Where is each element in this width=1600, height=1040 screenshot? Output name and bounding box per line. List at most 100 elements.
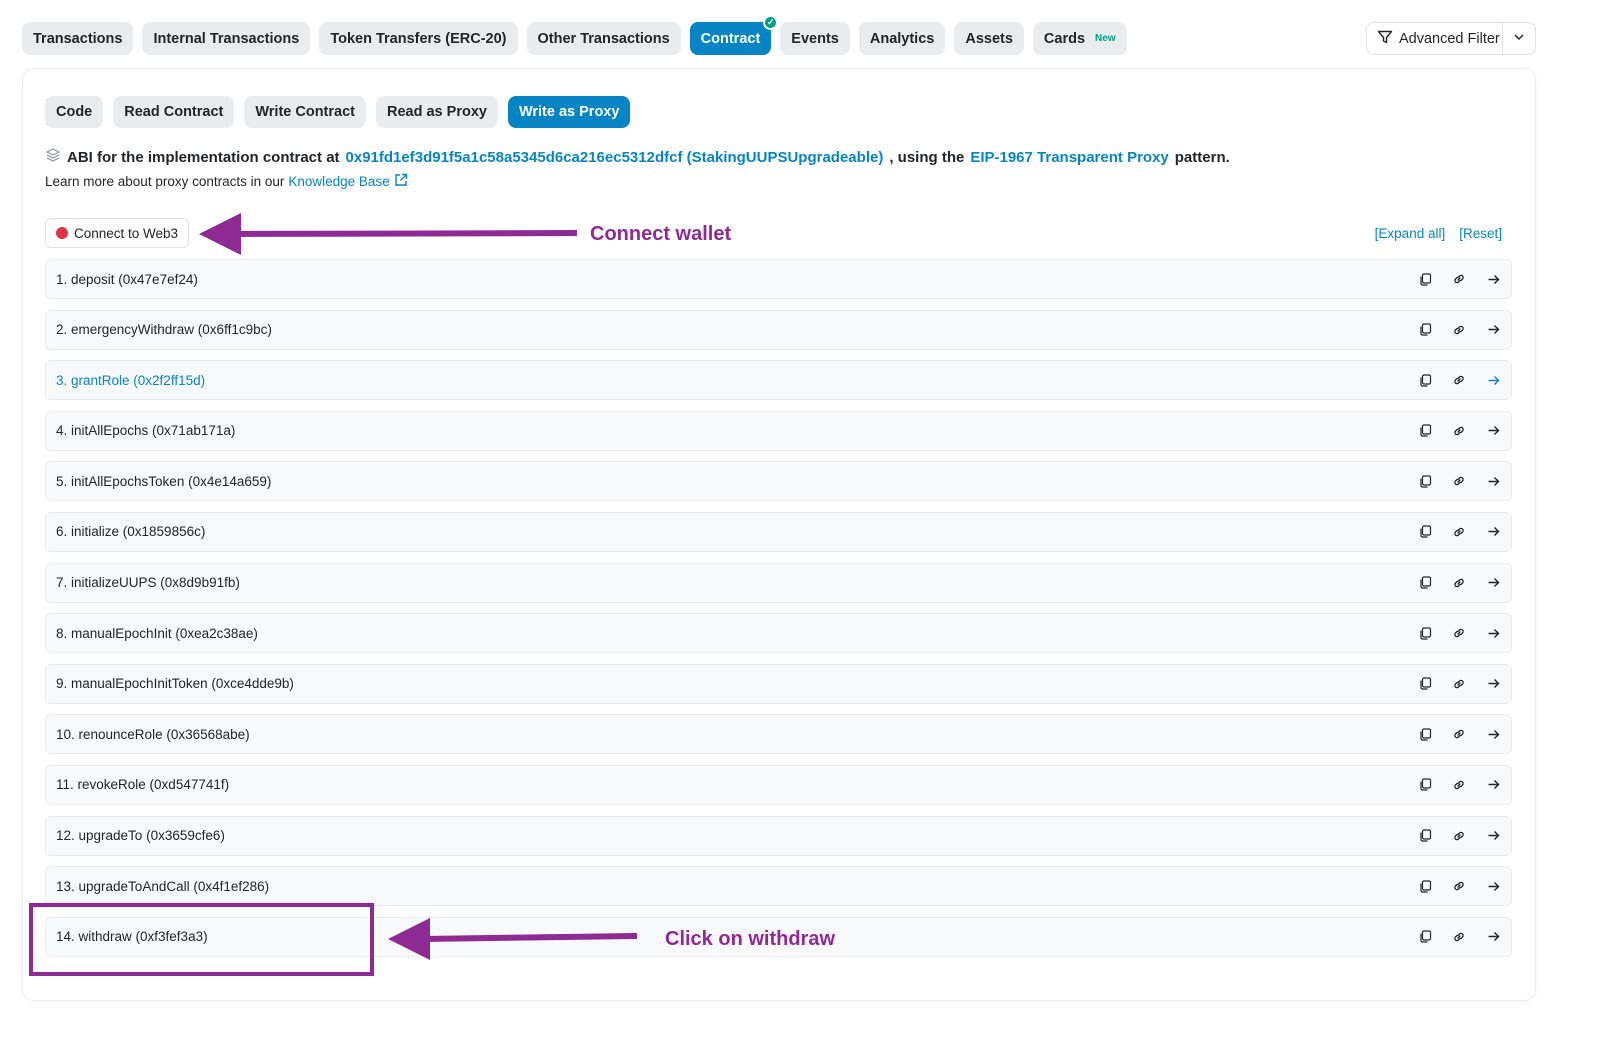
function-label: 7. initializeUUPS (0x8d9b91fb)	[56, 575, 240, 591]
function-row[interactable]: 3. grantRole (0x2f2ff15d)	[45, 360, 1512, 401]
chevron-down-icon	[1513, 31, 1525, 47]
eip1967-link[interactable]: EIP-1967 Transparent Proxy	[970, 149, 1168, 166]
filter-icon	[1377, 29, 1393, 49]
arrow-right-icon[interactable]	[1485, 676, 1501, 692]
copy-icon[interactable]	[1417, 676, 1433, 692]
tab-events[interactable]: Events	[780, 22, 850, 55]
tab-cards[interactable]: Cards New	[1032, 22, 1127, 55]
function-row[interactable]: 12. upgradeTo (0x3659cfe6)	[45, 815, 1512, 856]
external-link-icon	[394, 173, 408, 190]
connect-web3-button[interactable]: Connect to Web3	[45, 218, 190, 248]
knowledge-base-link[interactable]: Knowledge Base	[288, 174, 389, 189]
tab-contract[interactable]: Contract ✓	[689, 15, 779, 55]
function-list: 1. deposit (0x47e7ef24) 2. emergencyWithd…	[45, 259, 1512, 967]
function-label: 10. renounceRole (0x36568abe)	[56, 726, 250, 742]
link-icon[interactable]	[1451, 828, 1467, 844]
copy-icon[interactable]	[1417, 726, 1433, 742]
layers-icon	[45, 147, 61, 167]
copy-icon[interactable]	[1417, 473, 1433, 489]
copy-icon[interactable]	[1417, 777, 1433, 793]
function-row[interactable]: 4. initAllEpochs (0x71ab171a)	[45, 410, 1512, 451]
link-icon[interactable]	[1451, 777, 1467, 793]
arrow-right-icon[interactable]	[1485, 322, 1501, 338]
copy-icon[interactable]	[1417, 524, 1433, 540]
link-icon[interactable]	[1451, 575, 1467, 591]
link-icon[interactable]	[1451, 524, 1467, 540]
arrow-right-icon[interactable]	[1485, 777, 1501, 793]
arrow-right-icon[interactable]	[1485, 575, 1501, 591]
link-icon[interactable]	[1451, 929, 1467, 945]
link-icon[interactable]	[1451, 726, 1467, 742]
copy-icon[interactable]	[1417, 322, 1433, 338]
abi-info: ABI for the implementation contract at 0…	[45, 147, 1230, 167]
advanced-filter-button[interactable]: Advanced Filter	[1367, 23, 1503, 54]
reset-link[interactable]: [Reset]	[1459, 226, 1502, 241]
withdraw-highlight-box	[29, 903, 374, 976]
function-label: 8. manualEpochInit (0xea2c38ae)	[56, 625, 258, 641]
arrow-right-icon[interactable]	[1485, 423, 1501, 439]
function-label: 4. initAllEpochs (0x71ab171a)	[56, 423, 236, 439]
copy-icon[interactable]	[1417, 828, 1433, 844]
subtab-read-contract[interactable]: Read Contract	[113, 96, 235, 128]
arrow-right-icon[interactable]	[1485, 828, 1501, 844]
withdraw-annotation: Click on withdraw	[665, 928, 836, 950]
function-label: 11. revokeRole (0xd547741f)	[56, 777, 230, 793]
advanced-filter: Advanced Filter	[1366, 22, 1536, 55]
function-label: 1. deposit (0x47e7ef24)	[56, 271, 198, 287]
contract-sub-tabs: Code Read Contract Write Contract Read a…	[45, 96, 631, 128]
link-icon[interactable]	[1451, 423, 1467, 439]
function-label: 3. grantRole (0x2f2ff15d)	[56, 372, 206, 388]
link-icon[interactable]	[1451, 473, 1467, 489]
link-icon[interactable]	[1451, 322, 1467, 338]
copy-icon[interactable]	[1417, 625, 1433, 641]
function-row[interactable]: 6. initialize (0x1859856c)	[45, 511, 1512, 552]
function-row[interactable]: 7. initializeUUPS (0x8d9b91fb)	[45, 562, 1512, 603]
subtab-write-contract[interactable]: Write Contract	[244, 96, 366, 128]
function-row[interactable]: 2. emergencyWithdraw (0x6ff1c9bc)	[45, 309, 1512, 350]
function-row[interactable]: 1. deposit (0x47e7ef24)	[45, 259, 1512, 299]
check-circle-icon: ✓	[763, 15, 779, 30]
arrow-right-icon[interactable]	[1485, 473, 1501, 489]
link-icon[interactable]	[1451, 676, 1467, 692]
copy-icon[interactable]	[1417, 271, 1433, 287]
arrow-right-icon[interactable]	[1485, 625, 1501, 641]
tab-transactions[interactable]: Transactions	[22, 22, 134, 55]
arrow-right-icon[interactable]	[1485, 929, 1501, 945]
link-icon[interactable]	[1451, 372, 1467, 388]
subtab-code[interactable]: Code	[45, 96, 104, 128]
function-row[interactable]: 10. renounceRole (0x36568abe)	[45, 714, 1512, 755]
link-icon[interactable]	[1451, 878, 1467, 894]
tab-other-transactions[interactable]: Other Transactions	[526, 22, 681, 55]
filter-dropdown-button[interactable]	[1503, 23, 1535, 54]
list-controls: [Expand all] [Reset]	[1375, 226, 1502, 241]
function-row[interactable]: 13. upgradeToAndCall (0x4f1ef286)	[45, 866, 1512, 907]
link-icon[interactable]	[1451, 271, 1467, 287]
connect-wallet-annotation: Connect wallet	[590, 223, 732, 245]
function-row[interactable]: 5. initAllEpochsToken (0x4e14a659)	[45, 461, 1512, 502]
subtab-write-as-proxy[interactable]: Write as Proxy	[507, 96, 631, 128]
copy-icon[interactable]	[1417, 575, 1433, 591]
function-label: 12. upgradeTo (0x3659cfe6)	[56, 828, 225, 844]
subtab-read-as-proxy[interactable]: Read as Proxy	[376, 96, 498, 128]
arrow-right-icon[interactable]	[1485, 271, 1501, 287]
arrow-right-icon[interactable]	[1485, 524, 1501, 540]
link-icon[interactable]	[1451, 625, 1467, 641]
function-label: 6. initialize (0x1859856c)	[56, 524, 206, 540]
arrow-right-icon[interactable]	[1485, 726, 1501, 742]
function-row[interactable]: 9. manualEpochInitToken (0xce4dde9b)	[45, 663, 1512, 704]
arrow-right-icon[interactable]	[1485, 372, 1501, 388]
copy-icon[interactable]	[1417, 878, 1433, 894]
tab-assets[interactable]: Assets	[954, 22, 1024, 55]
copy-icon[interactable]	[1417, 372, 1433, 388]
function-row[interactable]: 8. manualEpochInit (0xea2c38ae)	[45, 613, 1512, 654]
function-row[interactable]: 11. revokeRole (0xd547741f)	[45, 764, 1512, 805]
tab-token-transfers[interactable]: Token Transfers (ERC-20)	[319, 22, 518, 55]
tab-analytics[interactable]: Analytics	[858, 22, 946, 55]
arrow-right-icon[interactable]	[1485, 878, 1501, 894]
copy-icon[interactable]	[1417, 423, 1433, 439]
learn-more: Learn more about proxy contracts in our …	[45, 173, 408, 190]
tab-internal-transactions[interactable]: Internal Transactions	[142, 22, 311, 55]
copy-icon[interactable]	[1417, 929, 1433, 945]
implementation-address-link[interactable]: 0x91fd1ef3d91f5a1c58a5345d6ca216ec5312df…	[346, 149, 884, 166]
expand-all-link[interactable]: [Expand all]	[1375, 226, 1446, 241]
